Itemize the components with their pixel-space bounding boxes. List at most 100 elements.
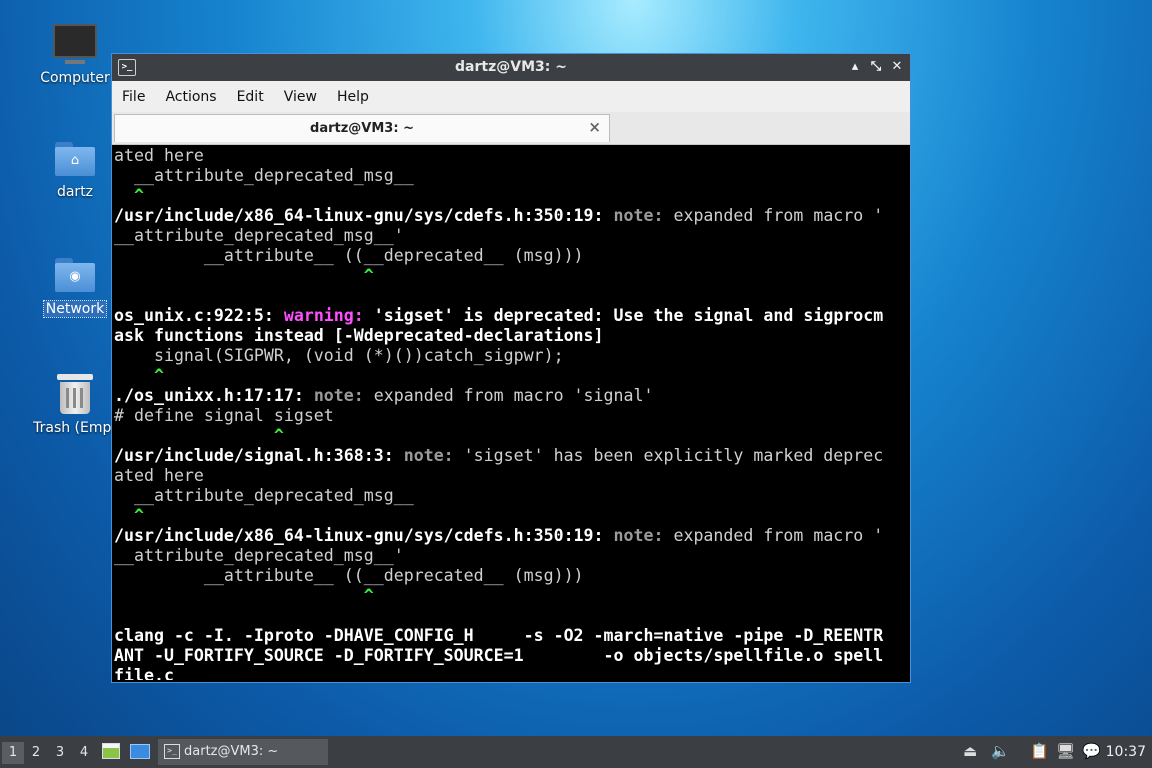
volume-icon[interactable]: 🔈 (991, 742, 1010, 760)
terminal-text: ^ (114, 186, 144, 205)
terminal-text: /usr/include/signal.h:368:3: (114, 446, 404, 465)
network-folder-icon: ◉ (55, 258, 95, 292)
terminal-text: 'sigset' has been explicitly marked depr… (453, 446, 884, 465)
terminal-text: /usr/include/x86_64-linux-gnu/sys/cdefs.… (114, 206, 614, 225)
desktop-icon-trash[interactable]: Trash (Empt (25, 374, 125, 436)
terminal-line: os_unix.c:922:5: warning: 'sigset' is de… (114, 306, 908, 326)
desktop-icon-network[interactable]: ◉ Network (25, 258, 125, 318)
terminal-text: os_unix.c:922:5: (114, 306, 284, 325)
menu-file[interactable]: File (112, 89, 155, 105)
eject-icon[interactable]: ⏏ (963, 742, 977, 760)
tab-terminal[interactable]: dartz@VM3: ~ × (114, 114, 610, 142)
tab-close-icon[interactable]: × (588, 118, 601, 136)
desktop-icon-label: Trash (Empt (33, 420, 117, 436)
terminal-text: note: (403, 446, 454, 465)
terminal-text: __attribute__ ((__deprecated__ (msg))) (114, 566, 584, 585)
terminal-line: /usr/include/x86_64-linux-gnu/sys/cdefs.… (114, 526, 908, 546)
terminal-line: ated here (114, 146, 908, 166)
terminal-text: clang -c -I. -Iproto -DHAVE_CONFIG_H -s … (114, 626, 884, 645)
workspace-4[interactable]: 4 (73, 742, 95, 764)
terminal-line: __attribute__ ((__deprecated__ (msg))) (114, 566, 908, 586)
terminal-line: /usr/include/signal.h:368:3: note: 'sigs… (114, 446, 908, 466)
taskbar-task-terminal[interactable]: >_ dartz@VM3: ~ (158, 739, 328, 765)
terminal-line: ^ (114, 506, 908, 526)
terminal-text: note: (313, 386, 364, 405)
terminal-line: ^ (114, 186, 908, 206)
window-title: dartz@VM3: ~ (455, 59, 567, 75)
terminal-text: expanded from macro 'signal' (363, 386, 654, 405)
show-desktop-icon[interactable] (130, 740, 150, 764)
terminal-line: clang -c -I. -Iproto -DHAVE_CONFIG_H -s … (114, 626, 908, 646)
terminal-line: __attribute_deprecated_msg__' (114, 226, 908, 246)
terminal-text: ated here (114, 466, 204, 485)
terminal-line: __attribute_deprecated_msg__ (114, 166, 908, 186)
clock: 10:37 (1105, 744, 1146, 760)
desktop-icon-label: dartz (56, 184, 94, 200)
terminal-text: note: (613, 206, 664, 225)
clipboard-icon[interactable]: 📋 (1030, 742, 1049, 760)
desktop-icon-label: Computer (40, 70, 110, 86)
terminal-line: ^ (114, 366, 908, 386)
terminal-text: note: (613, 526, 664, 545)
terminal-line: ^ (114, 426, 908, 446)
menu-help[interactable]: Help (327, 89, 379, 105)
terminal-output[interactable]: ated here __attribute_deprecated_msg__ ^… (114, 146, 908, 680)
desktop-icon-home[interactable]: ⌂ dartz (25, 142, 125, 200)
terminal-line: ^ (114, 266, 908, 286)
terminal-text: __attribute_deprecated_msg__' (114, 226, 404, 245)
terminal-text: ./os_unixx.h:17:17: (114, 386, 314, 405)
menu-edit[interactable]: Edit (227, 89, 274, 105)
terminal-text: warning: (283, 306, 364, 325)
terminal-line: ./os_unixx.h:17:17: note: expanded from … (114, 386, 908, 406)
terminal-line: ated here (114, 466, 908, 486)
terminal-line: ask functions instead [-Wdeprecated-decl… (114, 326, 908, 346)
terminal-text: ^ (114, 426, 284, 445)
workspace-2[interactable]: 2 (25, 742, 47, 764)
notification-icon[interactable]: 💬 (1082, 742, 1101, 760)
window-titlebar[interactable]: >_ dartz@VM3: ~ ▴ ⤡ ✕ (112, 54, 910, 81)
computer-icon (53, 24, 97, 64)
terminal-text: __attribute_deprecated_msg__ (114, 486, 414, 505)
terminal-text: ANT -U_FORTIFY_SOURCE -D_FORTIFY_SOURCE=… (114, 646, 884, 665)
terminal-text: 'sigset' is deprecated: Use the signal a… (363, 306, 884, 325)
terminal-line: # define signal sigset (114, 406, 908, 426)
terminal-text: ^ (114, 366, 164, 385)
terminal-text: /usr/include/x86_64-linux-gnu/sys/cdefs.… (114, 526, 614, 545)
taskbar: 1 2 3 4 >_ dartz@VM3: ~ ⏏ 🔈 📋 🖥 💬 10:37 (0, 736, 1152, 768)
workspace-3[interactable]: 3 (49, 742, 71, 764)
terminal-text: __attribute__ ((__deprecated__ (msg))) (114, 246, 584, 265)
trash-icon (57, 374, 93, 414)
terminal-text: ^ (114, 506, 144, 525)
close-button[interactable]: ✕ (888, 57, 906, 77)
tab-bar: dartz@VM3: ~ × (112, 112, 910, 145)
terminal-text: __attribute_deprecated_msg__ (114, 166, 414, 185)
terminal-line: /usr/include/x86_64-linux-gnu/sys/cdefs.… (114, 206, 908, 226)
network-icon[interactable]: 🖥 (1056, 742, 1075, 760)
terminal-line: ANT -U_FORTIFY_SOURCE -D_FORTIFY_SOURCE=… (114, 646, 908, 666)
menu-bar: File Actions Edit View Help (112, 81, 910, 112)
maximize-button[interactable]: ⤡ (867, 57, 885, 77)
workspace-1[interactable]: 1 (2, 742, 24, 764)
file-manager-icon[interactable] (102, 740, 120, 764)
terminal-line: __attribute__ ((__deprecated__ (msg))) (114, 246, 908, 266)
menu-actions[interactable]: Actions (155, 89, 226, 105)
task-label: dartz@VM3: ~ (184, 744, 279, 759)
terminal-line: __attribute_deprecated_msg__ (114, 486, 908, 506)
terminal-line: signal(SIGPWR, (void (*)())catch_sigpwr)… (114, 346, 908, 366)
terminal-text: ^ (114, 586, 374, 605)
terminal-text: signal(SIGPWR, (void (*)())catch_sigpwr)… (114, 346, 564, 365)
terminal-line: ^ (114, 586, 908, 606)
terminal-icon: >_ (164, 744, 180, 759)
desktop-icon-computer[interactable]: Computer (25, 24, 125, 86)
terminal-line: file.c (114, 666, 908, 680)
menu-view[interactable]: View (274, 89, 327, 105)
terminal-window[interactable]: >_ dartz@VM3: ~ ▴ ⤡ ✕ File Actions Edit … (111, 53, 911, 683)
desktop-icon-label: Network (42, 300, 108, 318)
terminal-text: file.c (114, 666, 174, 680)
minimize-button[interactable]: ▴ (846, 57, 864, 77)
terminal-text: ^ (114, 266, 374, 285)
terminal-text: # define signal sigset (114, 406, 334, 425)
home-folder-icon: ⌂ (55, 142, 95, 176)
